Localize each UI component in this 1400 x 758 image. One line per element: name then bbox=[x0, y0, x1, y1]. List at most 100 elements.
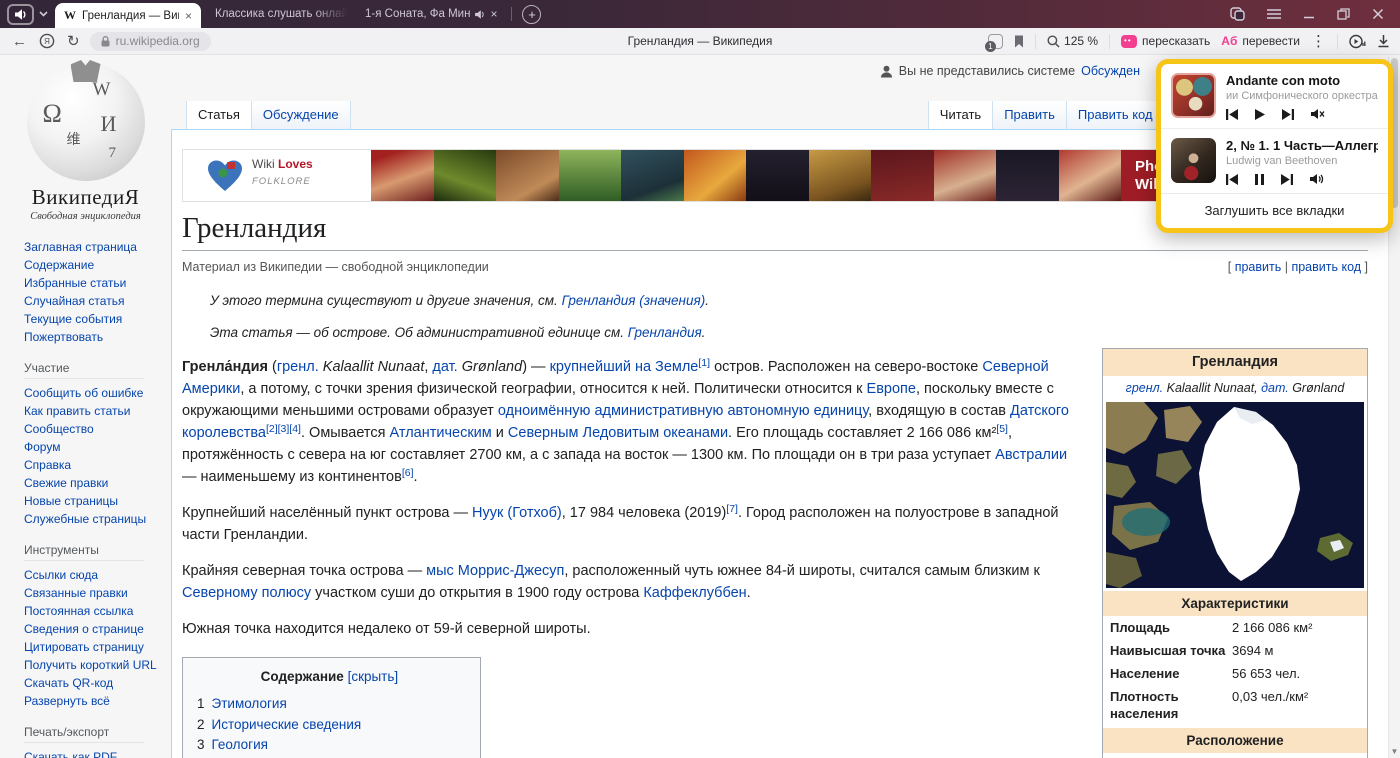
sidebar-link[interactable]: Ссылки сюда bbox=[24, 566, 158, 584]
infobox-coordinates[interactable]: 72° с. ш. 40° з. д.H G Я O bbox=[1103, 753, 1367, 758]
inline-link[interactable]: мыс Моррис-Джесуп bbox=[426, 563, 564, 579]
sidebar-link[interactable]: Служебные страницы bbox=[24, 510, 158, 528]
sidebar-link[interactable]: Сообщить об ошибке bbox=[24, 384, 158, 402]
sidebar-link[interactable]: Скачать как PDF bbox=[24, 748, 158, 758]
menu-icon[interactable] bbox=[1267, 9, 1281, 19]
zoom-control[interactable]: 125 % bbox=[1047, 34, 1098, 48]
toc-link[interactable]: Геология bbox=[212, 737, 268, 752]
play-icon[interactable] bbox=[1255, 109, 1265, 120]
footnote-ref[interactable]: [7] bbox=[726, 503, 738, 515]
inline-link[interactable]: гренл. bbox=[277, 359, 319, 375]
sidebar-link[interactable]: Скачать QR-код bbox=[24, 674, 158, 692]
mute-all-tabs-button[interactable]: Заглушить все вкладки bbox=[1161, 193, 1388, 228]
yandex-button[interactable]: Я bbox=[39, 33, 55, 49]
page-tab-править[interactable]: Править bbox=[992, 101, 1066, 129]
wikipedia-logo[interactable]: Ω W И 7 维 bbox=[27, 63, 145, 181]
listen-aloud-icon[interactable] bbox=[1349, 34, 1366, 49]
footnote-ref[interactable]: [2][3][4] bbox=[266, 423, 301, 435]
close-tab-icon[interactable]: × bbox=[185, 10, 192, 22]
reload-button[interactable]: ↻ bbox=[67, 34, 80, 49]
sidebar-link[interactable]: Цитировать страницу bbox=[24, 638, 158, 656]
sidebar-link[interactable]: Справка bbox=[24, 456, 158, 474]
scrollbar-down-arrow[interactable]: ▼ bbox=[1389, 747, 1400, 756]
inline-link[interactable]: Гренландия bbox=[628, 325, 702, 340]
toc-item[interactable]: 1Этимология bbox=[197, 694, 462, 715]
inline-link[interactable]: Северным Ледовитым океанами bbox=[508, 425, 728, 441]
bookmark-icon[interactable] bbox=[1014, 35, 1024, 48]
inline-link[interactable]: Гренландия (значения) bbox=[562, 293, 706, 308]
minimize-icon[interactable] bbox=[1303, 8, 1315, 20]
previous-track-icon[interactable] bbox=[1226, 109, 1238, 120]
toc-hide-link[interactable]: [скрыть] bbox=[348, 669, 399, 684]
more-options-icon[interactable]: ⋮ bbox=[1311, 34, 1326, 49]
panels-icon[interactable] bbox=[1230, 7, 1245, 21]
sidebar-link[interactable]: Свежие правки bbox=[24, 474, 158, 492]
sidebar-link[interactable]: Содержание bbox=[24, 256, 158, 274]
audio-track-2[interactable]: 2, № 1. 1 Часть—Аллегро (Re Ludwig van B… bbox=[1161, 128, 1388, 193]
muted-speaker-icon[interactable] bbox=[1311, 108, 1325, 120]
pause-icon[interactable] bbox=[1255, 174, 1264, 185]
retell-button[interactable]: пересказать bbox=[1121, 34, 1210, 48]
sidebar-link[interactable]: Связанные правки bbox=[24, 584, 158, 602]
footnote-ref[interactable]: [1] bbox=[698, 357, 710, 369]
close-window-icon[interactable] bbox=[1372, 8, 1384, 20]
inline-link[interactable]: крупнейший на Земле bbox=[550, 359, 699, 375]
footnote-ref[interactable]: [5] bbox=[996, 423, 1008, 435]
inline-link[interactable]: гренл. bbox=[1126, 381, 1163, 395]
inline-link[interactable]: править bbox=[1235, 260, 1282, 274]
translate-button[interactable]: Aб перевести bbox=[1221, 34, 1300, 48]
download-icon[interactable] bbox=[1377, 34, 1390, 48]
inline-link[interactable]: Нуук (Готхоб) bbox=[472, 505, 562, 521]
next-track-icon[interactable] bbox=[1281, 174, 1293, 185]
browser-sound-button[interactable] bbox=[7, 4, 34, 25]
sidebar-link[interactable]: Сообщество bbox=[24, 420, 158, 438]
sidebar-link[interactable]: Форум bbox=[24, 438, 158, 456]
toc-item[interactable]: 3Геология bbox=[197, 735, 462, 756]
page-tab-править-код[interactable]: Править код bbox=[1066, 101, 1164, 129]
new-tab-button[interactable]: + bbox=[522, 5, 541, 24]
previous-track-icon[interactable] bbox=[1226, 174, 1238, 185]
geohack-links[interactable]: H G Я O bbox=[1271, 754, 1321, 758]
sidebar-link[interactable]: Как править статьи bbox=[24, 402, 158, 420]
sidebar-link[interactable]: Пожертвовать bbox=[24, 328, 158, 346]
inline-link[interactable]: Австралии bbox=[995, 447, 1067, 463]
page-tab-читать[interactable]: Читать bbox=[928, 101, 992, 129]
greenland-satellite-map[interactable] bbox=[1106, 402, 1364, 588]
inline-link[interactable]: одноимённую административную автономную … bbox=[498, 403, 868, 419]
inline-link[interactable]: править код bbox=[1291, 260, 1361, 274]
audio-track-1[interactable]: Andante con moto ии Симфонического оркес… bbox=[1161, 64, 1388, 128]
talk-link[interactable]: Обсужден bbox=[1081, 64, 1140, 78]
sidebar-link[interactable]: Сведения о странице bbox=[24, 620, 158, 638]
inline-link[interactable]: Европе bbox=[867, 381, 916, 397]
edit-links[interactable]: [ править | править код ] bbox=[1228, 256, 1368, 278]
sidebar-link[interactable]: Случайная статья bbox=[24, 292, 158, 310]
address-bar[interactable]: ru.wikipedia.org bbox=[90, 32, 211, 51]
chevron-down-icon[interactable] bbox=[39, 11, 48, 17]
inline-link[interactable]: дат. bbox=[432, 359, 457, 375]
page-tab-обсуждение[interactable]: Обсуждение bbox=[251, 101, 351, 129]
sidebar-link[interactable]: Заглавная страница bbox=[24, 238, 158, 256]
inline-link[interactable]: Каффеклуббен bbox=[643, 585, 746, 601]
toc-link[interactable]: Этимология bbox=[212, 696, 287, 711]
sidebar-link[interactable]: Избранные статьи bbox=[24, 274, 158, 292]
browser-tab-active[interactable]: W Гренландия — Википе × bbox=[55, 3, 201, 28]
extensions-icon[interactable]: 1 bbox=[988, 34, 1003, 49]
inline-link[interactable]: Северному полюсу bbox=[182, 585, 311, 601]
inline-link[interactable]: Атлантическим bbox=[390, 425, 492, 441]
sidebar-link[interactable]: Текущие события bbox=[24, 310, 158, 328]
next-track-icon[interactable] bbox=[1282, 109, 1294, 120]
back-button[interactable]: ← bbox=[12, 34, 27, 49]
speaker-on-icon[interactable] bbox=[1310, 173, 1324, 185]
sidebar-link[interactable]: Постоянная ссылка bbox=[24, 602, 158, 620]
sidebar-link[interactable]: Развернуть всё bbox=[24, 692, 158, 710]
inline-link[interactable]: дат. bbox=[1261, 381, 1289, 395]
browser-tab-2[interactable]: Классика слушать онлайн bbox=[201, 0, 351, 28]
toc-item[interactable]: 2Исторические сведения bbox=[197, 715, 462, 736]
browser-tab-3[interactable]: 1-я Соната, Фа Мин × bbox=[351, 0, 511, 28]
close-tab-icon[interactable]: × bbox=[490, 8, 497, 20]
restore-icon[interactable] bbox=[1337, 8, 1350, 20]
page-tab-статья[interactable]: Статья bbox=[186, 101, 251, 129]
toc-link[interactable]: Исторические сведения bbox=[212, 717, 362, 732]
wikipedia-wordmark[interactable]: ВикипедиЯ bbox=[0, 185, 171, 210]
sidebar-link[interactable]: Получить короткий URL bbox=[24, 656, 158, 674]
